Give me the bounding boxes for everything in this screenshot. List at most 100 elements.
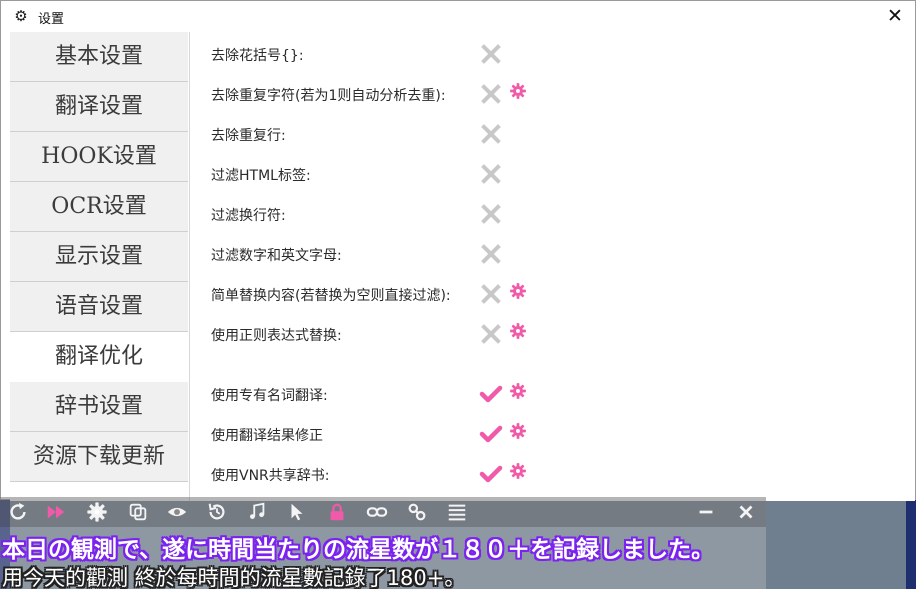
option-row: 使用正则表达式替换: (211, 322, 611, 346)
subtitle-translation[interactable]: 用今天的觀測 終於每時間的流星數記錄了180+。 (2, 562, 465, 589)
sidebar-item-8[interactable]: 资源下载更新 (10, 432, 188, 482)
sidebar-item-6[interactable]: 翻译优化 (10, 332, 188, 382)
option-row: 过滤数字和英文字母: (211, 242, 611, 266)
history-icon (208, 503, 225, 520)
check-icon (479, 385, 503, 403)
option-label: 过滤数字和英文字母: (211, 248, 342, 264)
x-icon (481, 324, 501, 344)
sidebar-item-4[interactable]: 显示设置 (10, 232, 188, 282)
toggle-disabled[interactable] (479, 162, 503, 186)
check-icon (479, 465, 503, 483)
toggle-disabled[interactable] (479, 322, 503, 346)
gear-icon (510, 323, 526, 339)
toggle-disabled[interactable] (479, 122, 503, 146)
chain-button[interactable] (406, 501, 428, 523)
x-icon (481, 244, 501, 264)
option-label: 简单替换内容(若替换为空则直接过滤): (211, 288, 451, 304)
sidebar-item-3[interactable]: OCR设置 (10, 182, 188, 232)
chain-icon (408, 503, 426, 521)
close-button[interactable]: ✕ (883, 5, 907, 29)
gear-icon (510, 463, 526, 479)
option-label: 去除花括号{}: (211, 48, 304, 64)
list-button[interactable] (446, 501, 468, 523)
music-icon (250, 502, 265, 519)
option-label: 去除重复字符(若为1则自动分析去重): (211, 88, 446, 104)
eye-icon (167, 507, 187, 517)
option-settings-button[interactable] (509, 422, 531, 444)
fast-forward-button[interactable] (45, 501, 67, 523)
lock-icon (330, 503, 344, 521)
sidebar-item-7[interactable]: 辞书设置 (10, 382, 188, 432)
list-icon (448, 504, 466, 521)
sidebar-item-2[interactable]: HOOK设置 (10, 132, 188, 182)
minimize-icon (699, 510, 713, 514)
option-row: 去除重复行: (211, 122, 611, 146)
option-row: 使用专有名词翻译: (211, 382, 611, 406)
subtitle-original[interactable]: 本日の観測で、遂に時間当たりの流星数が１８０＋を記録しました。 (2, 530, 714, 564)
check-icon (479, 425, 503, 443)
x-icon (481, 84, 501, 104)
option-label: 使用正则表达式替换: (211, 328, 342, 344)
option-label: 去除重复行: (211, 128, 286, 144)
option-row: 使用VNR共享辞书: (211, 462, 611, 486)
gear-icon (510, 283, 526, 299)
sidebar-item-5[interactable]: 语音设置 (10, 282, 188, 332)
close-button[interactable] (735, 501, 757, 523)
toggle-disabled[interactable] (479, 202, 503, 226)
toggle-enabled[interactable] (479, 422, 503, 446)
copy-button[interactable] (127, 501, 149, 523)
pointer-button[interactable] (286, 501, 308, 523)
link-icon (366, 507, 388, 517)
gear-icon (87, 502, 107, 522)
toggle-disabled[interactable] (479, 42, 503, 66)
option-label: 使用翻译结果修正 (211, 428, 323, 444)
option-settings-button[interactable] (509, 382, 531, 404)
overlay-toolbar (0, 497, 766, 527)
option-settings-button[interactable] (509, 322, 531, 344)
gear-button[interactable] (86, 501, 108, 523)
option-label: 过滤换行符: (211, 208, 286, 224)
toggle-disabled[interactable] (479, 282, 503, 306)
link-button[interactable] (366, 501, 388, 523)
copy-icon (129, 503, 147, 521)
option-row: 过滤换行符: (211, 202, 611, 226)
toggle-disabled[interactable] (479, 82, 503, 106)
sidebar-item-0[interactable]: 基本设置 (10, 32, 188, 82)
option-settings-button[interactable] (509, 282, 531, 304)
x-icon (481, 204, 501, 224)
settings-content: 去除花括号{}: 去除重复字符(若为1则自动分析去重): 去除重复行: 过滤HTML标… (189, 32, 915, 501)
title-bar[interactable]: ⚙ 设置 ✕ (1, 1, 915, 32)
x-icon (481, 44, 501, 64)
minimize-button[interactable] (695, 501, 717, 523)
option-row: 去除重复字符(若为1则自动分析去重): (211, 82, 611, 106)
toggle-enabled[interactable] (479, 462, 503, 486)
pointer-icon (291, 503, 303, 521)
option-settings-button[interactable] (509, 462, 531, 484)
gear-icon: ⚙ (14, 7, 28, 25)
eye-button[interactable] (166, 501, 188, 523)
settings-window: ⚙ 设置 ✕ 基本设置 翻译设置 HOOK设置 OCR设置 显示设置 语音设置 翻译优化 辞书… (0, 0, 916, 501)
gear-icon (510, 83, 526, 99)
settings-sidebar: 基本设置 翻译设置 HOOK设置 OCR设置 显示设置 语音设置 翻译优化 辞书设置 资源下载更… (10, 32, 189, 501)
toggle-disabled[interactable] (479, 242, 503, 266)
sidebar-item-1[interactable]: 翻译设置 (10, 82, 188, 132)
refresh-icon (10, 502, 26, 520)
option-label: 使用专有名词翻译: (211, 388, 328, 404)
option-row: 过滤HTML标签: (211, 162, 611, 186)
x-icon (481, 124, 501, 144)
option-label: 使用VNR共享辞书: (211, 468, 330, 484)
lock-button[interactable] (326, 501, 348, 523)
fast-forward-icon (47, 505, 65, 519)
history-button[interactable] (206, 501, 228, 523)
x-icon (481, 164, 501, 184)
option-row: 去除花括号{}: (211, 42, 611, 66)
option-settings-button[interactable] (509, 82, 531, 104)
refresh-button[interactable] (7, 501, 29, 523)
option-row: 简单替换内容(若替换为空则直接过滤): (211, 282, 611, 306)
close-icon (739, 505, 753, 519)
x-icon (481, 284, 501, 304)
toggle-enabled[interactable] (479, 382, 503, 406)
music-button[interactable] (246, 501, 268, 523)
window-title: 设置 (38, 12, 65, 27)
option-label: 过滤HTML标签: (211, 168, 311, 184)
